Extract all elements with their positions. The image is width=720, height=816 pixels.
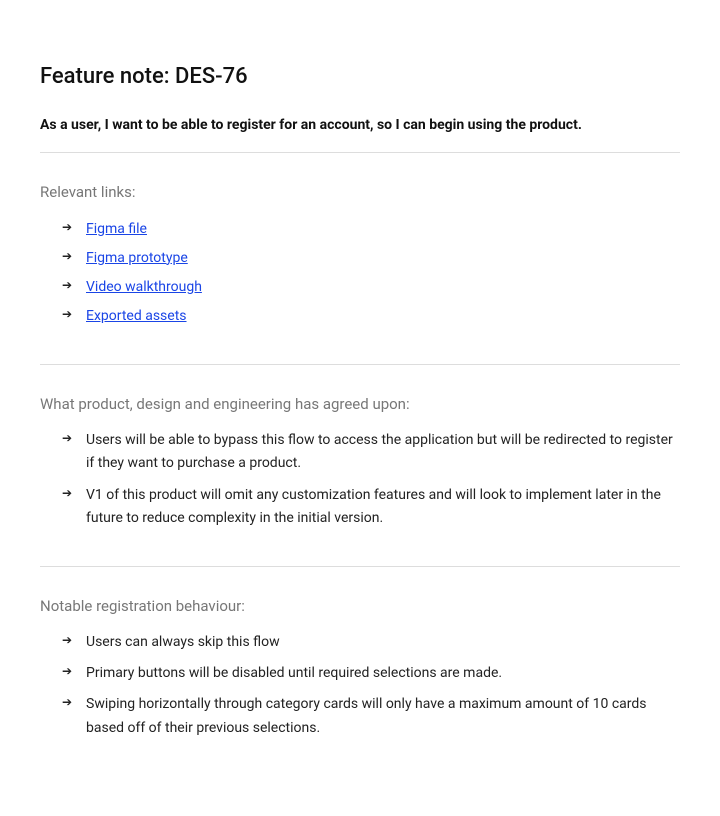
- divider: [40, 152, 680, 153]
- link-figma-prototype[interactable]: Figma prototype: [86, 250, 188, 266]
- list-item: Figma file: [68, 218, 680, 241]
- list-item: Swiping horizontally through category ca…: [68, 693, 680, 739]
- divider: [40, 364, 680, 365]
- section-heading-agreement: What product, design and engineering has…: [40, 393, 680, 416]
- page-title: Feature note: DES-76: [40, 60, 680, 93]
- list-item: Figma prototype: [68, 247, 680, 270]
- list-item: Users will be able to bypass this flow t…: [68, 429, 680, 475]
- list-item: V1 of this product will omit any customi…: [68, 484, 680, 530]
- list-item: Users can always skip this flow: [68, 631, 680, 654]
- link-exported-assets[interactable]: Exported assets: [86, 308, 187, 324]
- agreement-list: Users will be able to bypass this flow t…: [40, 429, 680, 529]
- list-item: Video walkthrough: [68, 276, 680, 299]
- links-list: Figma file Figma prototype Video walkthr…: [40, 218, 680, 328]
- section-heading-links: Relevant links:: [40, 181, 680, 204]
- link-video-walkthrough[interactable]: Video walkthrough: [86, 279, 202, 295]
- link-figma-file[interactable]: Figma file: [86, 221, 147, 237]
- list-item: Primary buttons will be disabled until r…: [68, 662, 680, 685]
- divider: [40, 566, 680, 567]
- section-heading-behaviour: Notable registration behaviour:: [40, 595, 680, 618]
- list-item: Exported assets: [68, 305, 680, 328]
- behaviour-list: Users can always skip this flow Primary …: [40, 631, 680, 739]
- user-story: As a user, I want to be able to register…: [40, 115, 680, 136]
